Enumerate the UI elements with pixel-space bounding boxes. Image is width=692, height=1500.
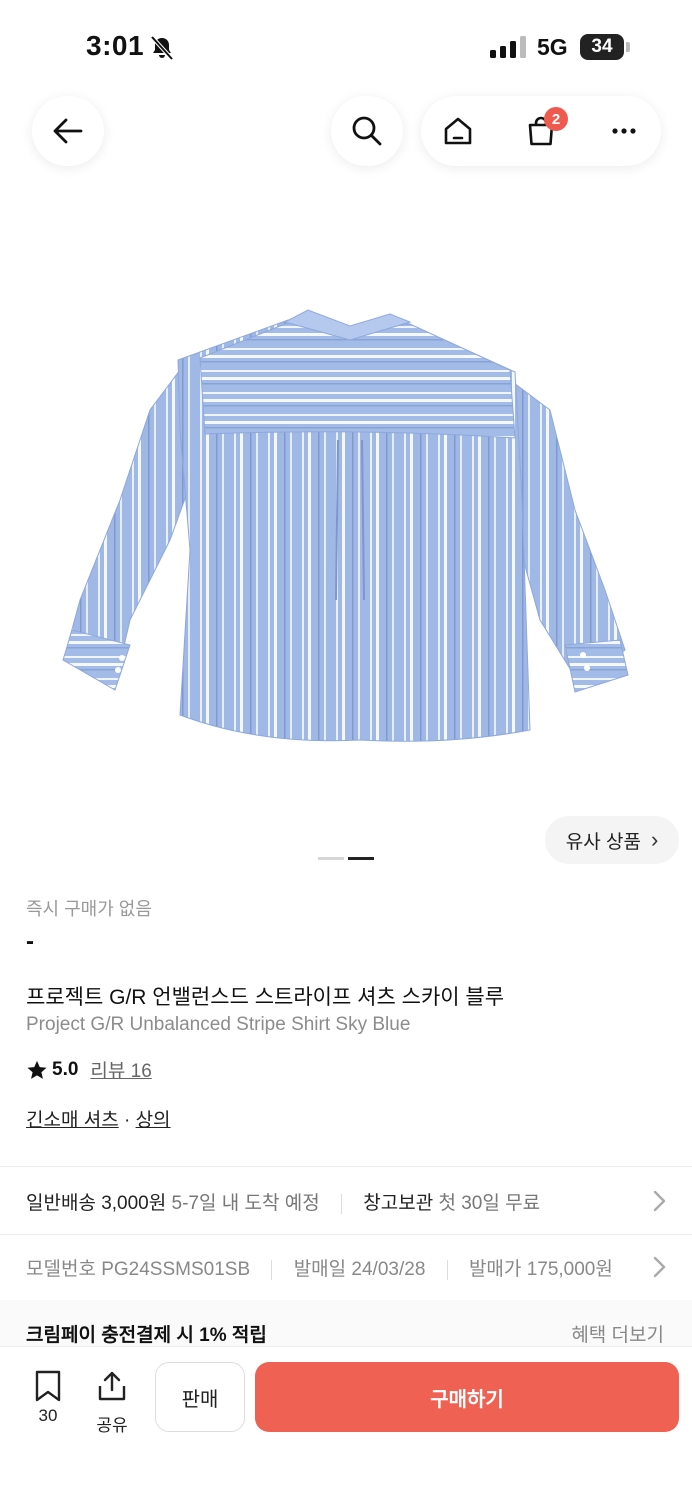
storage-label: 창고보관: [363, 1193, 434, 1214]
divider: [0, 1166, 692, 1167]
share-label: 공유: [96, 1416, 128, 1435]
separator: [446, 1259, 448, 1280]
cart-count-badge: 2: [544, 107, 568, 131]
sell-button[interactable]: 판매: [155, 1362, 245, 1432]
separator: [271, 1259, 273, 1280]
retail-price-label: 발매가: [468, 1259, 522, 1280]
search-button[interactable]: [331, 96, 403, 166]
gallery-dot-1: [318, 857, 344, 860]
divider: [0, 1234, 692, 1235]
buy-button[interactable]: 구매하기: [255, 1362, 679, 1432]
nav-action-group: [421, 96, 661, 166]
status-time: 3:01: [86, 30, 145, 61]
product-name-ko: 프로젝트 G/R 언밸런스드 스트라이프 셔츠 스카이 블루: [26, 986, 505, 1009]
back-arrow-icon: [53, 118, 83, 144]
share-icon: [98, 1371, 126, 1401]
bell-slash-icon: [150, 35, 174, 61]
shipping-fee: 3,000원: [101, 1193, 167, 1214]
share-button[interactable]: 공유: [92, 1370, 132, 1435]
benefit-more-link[interactable]: 혜택 더보기: [571, 1320, 664, 1347]
network-label: 5G: [537, 34, 568, 60]
product-name-en: Project G/R Unbalanced Stripe Shirt Sky …: [26, 1014, 411, 1035]
status-bar: 3:01 5G 34: [0, 0, 692, 90]
rating-row: 5.0 리뷰 16: [26, 1056, 152, 1083]
home-icon: [444, 117, 472, 145]
battery-level: 34: [591, 36, 613, 57]
category-separator: ·: [118, 1110, 136, 1131]
release-date-value: 24/03/28: [351, 1259, 426, 1280]
back-button[interactable]: [32, 96, 104, 166]
review-link[interactable]: 리뷰 16: [90, 1056, 151, 1083]
bookmark-count: 30: [38, 1406, 58, 1425]
cart-button[interactable]: [506, 96, 576, 166]
rating-score: 5.0: [52, 1058, 79, 1080]
model-number-value: PG24SSMS01SB: [101, 1259, 251, 1280]
gallery-pagination: [318, 857, 374, 861]
retail-price-value: 175,000원: [526, 1259, 613, 1280]
shipping-eta: 5-7일 내 도착 예정: [171, 1193, 320, 1214]
instant-price-label: 즉시 구매가 없음: [26, 899, 152, 919]
battery-icon: 34: [580, 34, 630, 60]
chevron-right-icon: [652, 1256, 666, 1278]
more-icon: [612, 128, 636, 134]
category-link-tops[interactable]: 상의: [136, 1110, 171, 1131]
similar-products-label: 유사 상품: [565, 831, 641, 853]
separator: [340, 1193, 342, 1214]
category-link-long-sleeve-shirt[interactable]: 긴소매 셔츠: [26, 1110, 119, 1131]
star-icon: [27, 1060, 47, 1079]
chevron-right-icon: [653, 1190, 666, 1212]
benefit-title: 크림페이 충전결제 시 1% 적립: [26, 1325, 267, 1346]
chevron-right-icon: ›: [650, 827, 659, 852]
search-icon: [352, 116, 382, 146]
release-date-label: 발매일: [293, 1259, 347, 1280]
storage-note: 첫 30일 무료: [438, 1193, 541, 1214]
shipping-row[interactable]: 일반배송 3,000원 5-7일 내 도착 예정 창고보관 첫 30일 무료: [26, 1188, 540, 1215]
price-value: -: [26, 928, 34, 955]
more-button[interactable]: [589, 96, 659, 166]
similar-products-button[interactable]: 유사 상품 ›: [545, 816, 679, 864]
signal-icon: [490, 36, 526, 58]
gallery-dot-2: [348, 857, 374, 860]
model-number-label: 모델번호: [26, 1259, 96, 1280]
home-button[interactable]: [423, 96, 493, 166]
category-breadcrumb: 긴소매 셔츠 · 상의: [26, 1105, 171, 1132]
shipping-type: 일반배송: [26, 1193, 96, 1214]
spec-row[interactable]: 모델번호 PG24SSMS01SB 발매일 24/03/28 발매가 175,0…: [26, 1254, 646, 1281]
product-image[interactable]: [60, 300, 635, 750]
bookmark-button[interactable]: 30: [30, 1370, 66, 1430]
bookmark-icon: [35, 1370, 61, 1402]
